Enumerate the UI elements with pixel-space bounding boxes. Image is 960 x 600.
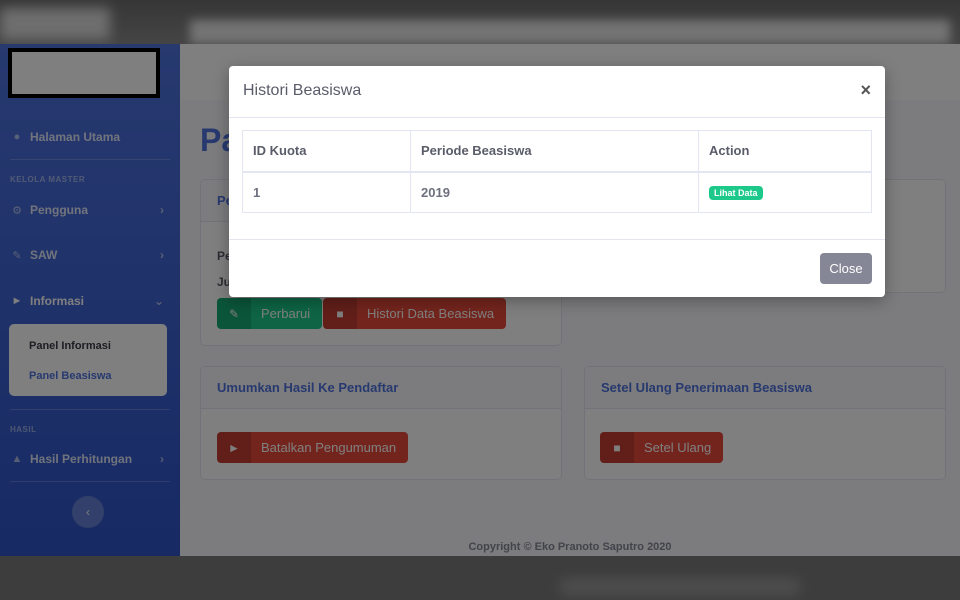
history-modal: Histori Beasiswa × ID Kuota Periode Beas… xyxy=(229,66,885,297)
modal-title: Histori Beasiswa xyxy=(243,82,362,99)
modal-body: ID Kuota Periode Beasiswa Action 1 2019 … xyxy=(229,118,885,239)
column-header-periode: Periode Beasiswa xyxy=(410,130,699,173)
cell-periode: 2019 xyxy=(410,171,699,213)
modal-header: Histori Beasiswa × xyxy=(229,66,885,118)
close-icon[interactable]: × xyxy=(860,80,871,101)
close-button[interactable]: Close xyxy=(820,253,872,284)
modal-footer: Close xyxy=(229,239,885,297)
history-table: ID Kuota Periode Beasiswa Action 1 2019 … xyxy=(242,130,872,213)
cell-id-kuota: 1 xyxy=(242,171,411,213)
view-data-badge-button[interactable]: Lihat Data xyxy=(709,186,763,201)
cell-action: Lihat Data xyxy=(698,171,872,213)
column-header-id-kuota: ID Kuota xyxy=(242,130,411,173)
table-header-row: ID Kuota Periode Beasiswa Action xyxy=(242,130,872,173)
table-row: 1 2019 Lihat Data xyxy=(242,171,872,213)
column-header-action: Action xyxy=(698,130,872,173)
